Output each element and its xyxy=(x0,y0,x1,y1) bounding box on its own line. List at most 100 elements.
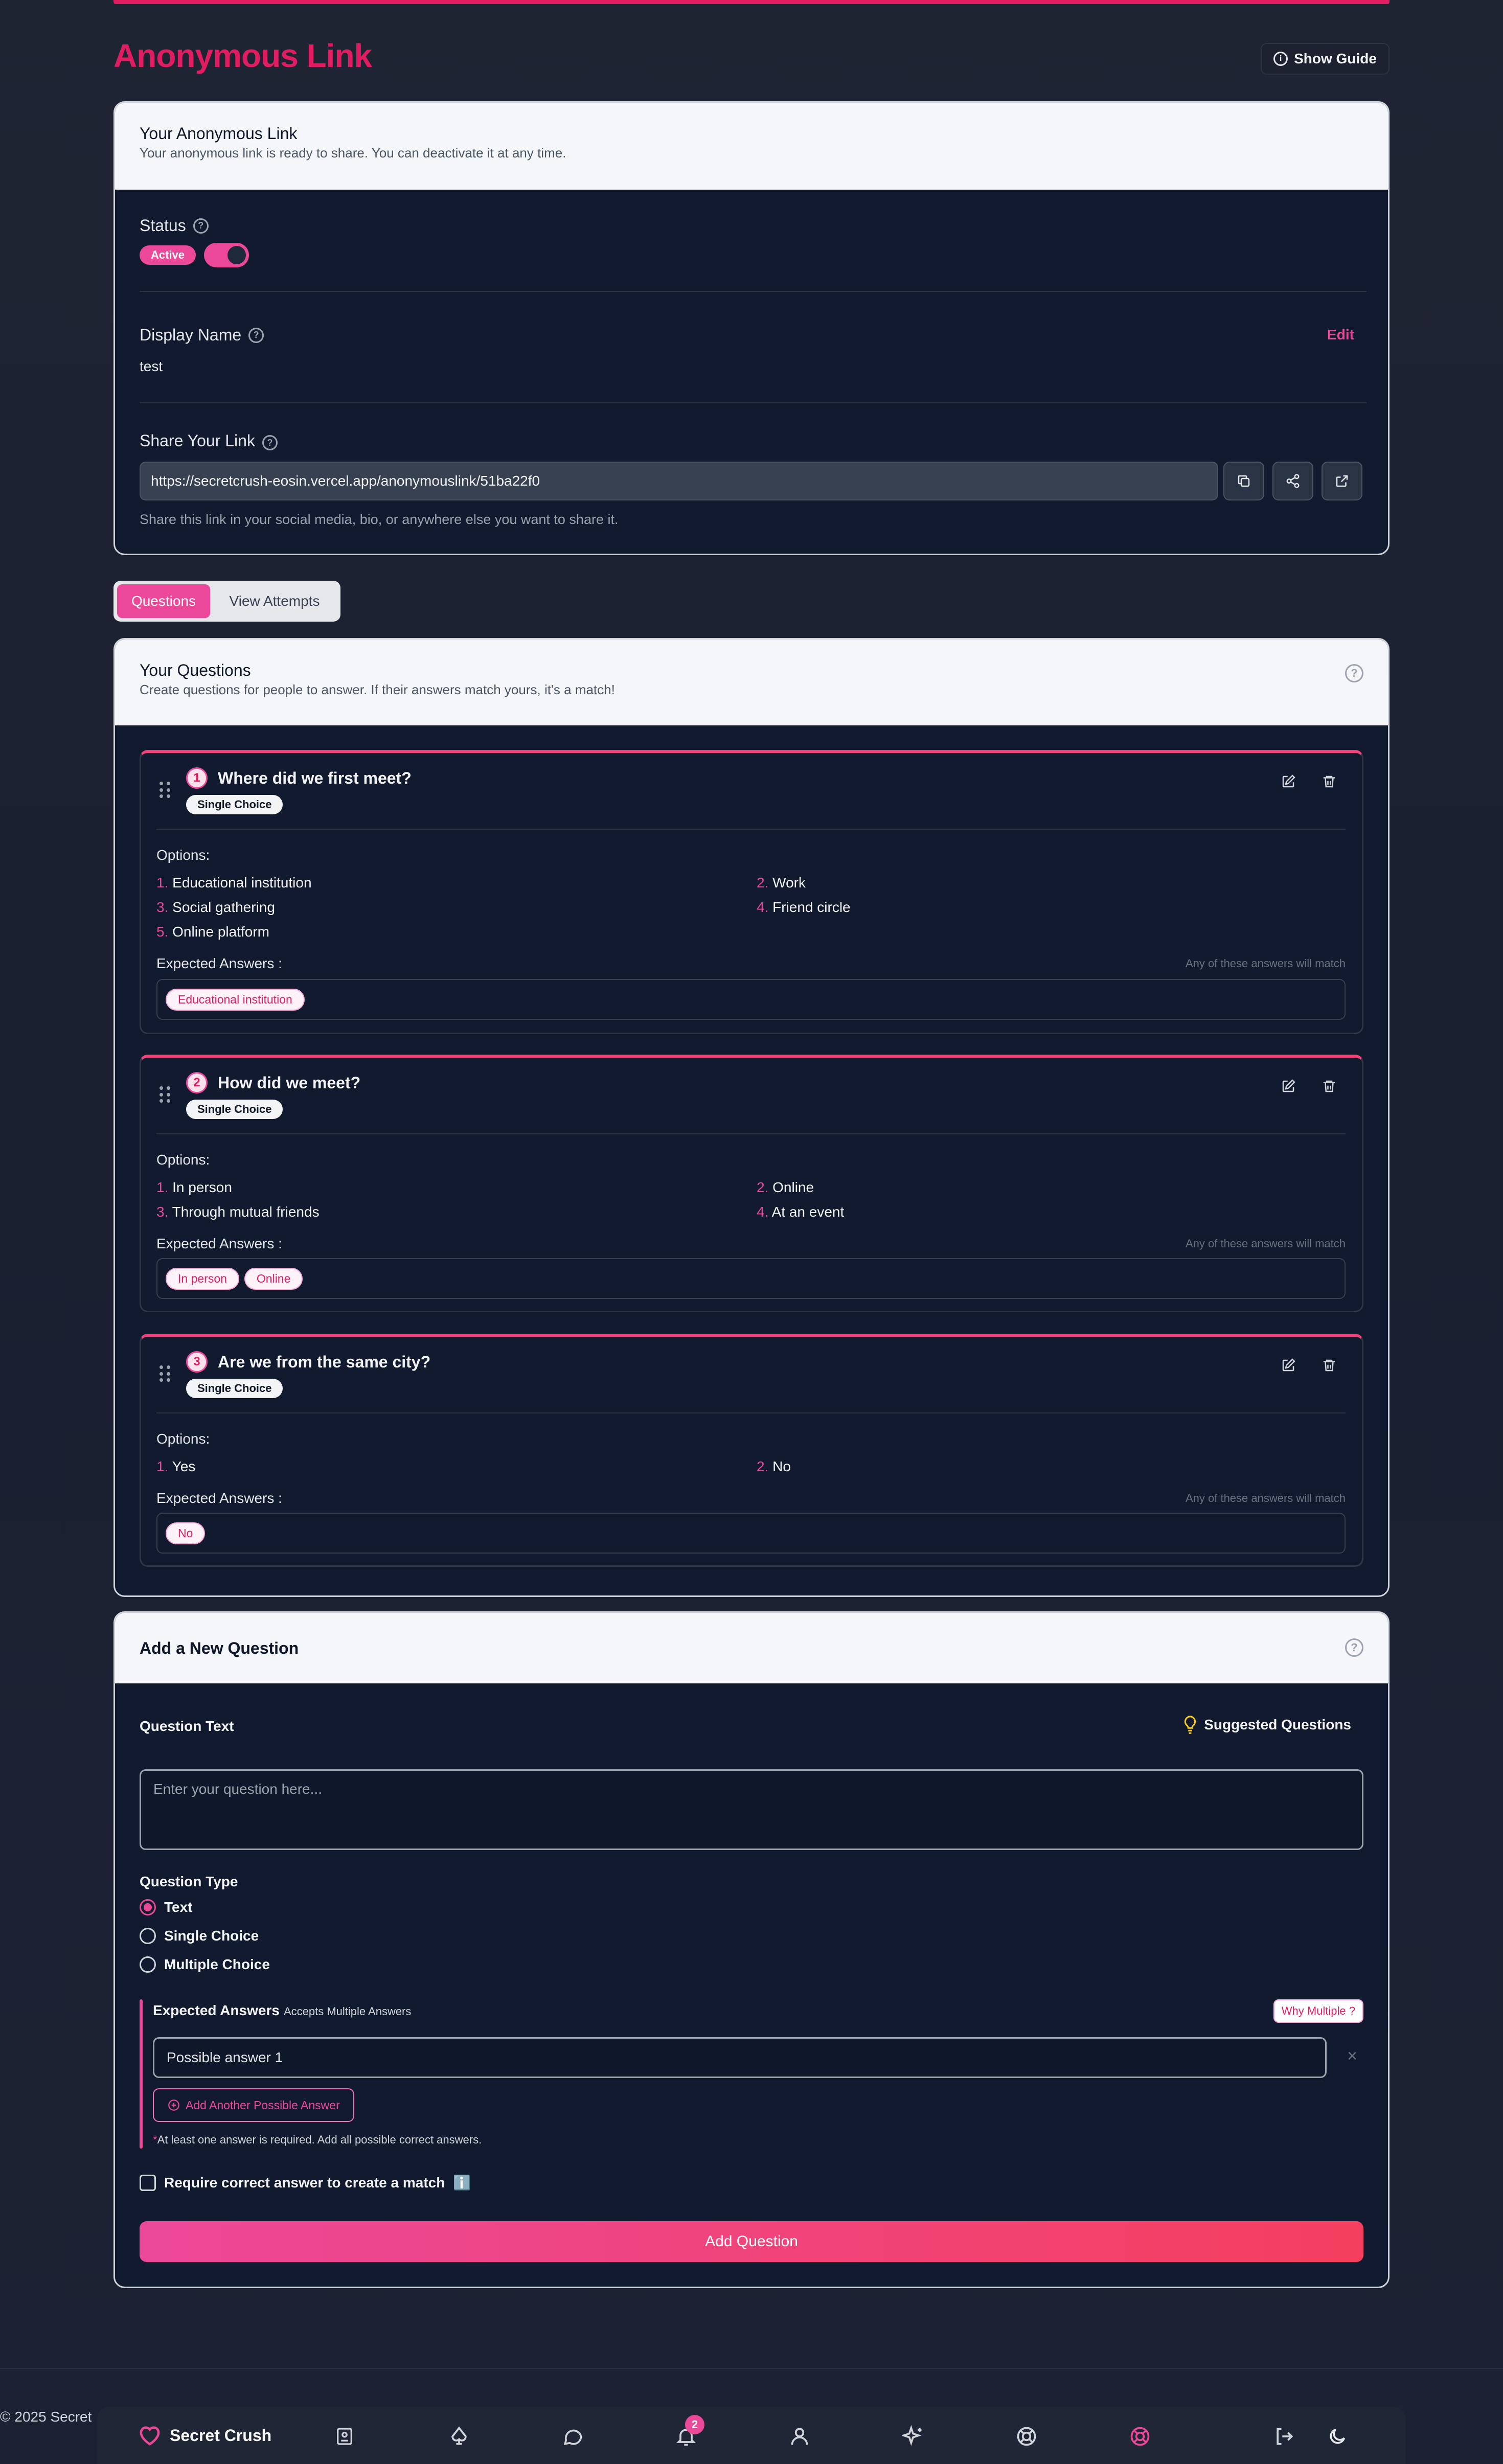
help-icon[interactable]: ? xyxy=(193,218,209,234)
expected-answers-box: Educational institution xyxy=(156,979,1346,1020)
option-item: 4. At an event xyxy=(757,1204,845,1220)
suggested-questions-button[interactable]: Suggested Questions xyxy=(1182,1715,1351,1735)
expected-answer-chip: Educational institution xyxy=(166,988,305,1011)
edit-question-button[interactable] xyxy=(1278,771,1299,792)
copy-icon xyxy=(1238,475,1250,487)
help-icon[interactable]: ? xyxy=(1345,1638,1363,1657)
status-badge: Active xyxy=(140,245,196,265)
help-icon[interactable]: ? xyxy=(262,435,278,450)
moon-icon[interactable] xyxy=(1325,2424,1350,2449)
questions-card: Your Questions Create questions for peop… xyxy=(113,638,1390,1597)
sparkles-icon[interactable] xyxy=(901,2424,925,2449)
checkbox-icon xyxy=(140,2174,156,2191)
copy-link-button[interactable] xyxy=(1223,462,1264,500)
expected-answers-note: Any of these answers will match xyxy=(1185,957,1346,970)
delete-question-button[interactable] xyxy=(1319,1076,1339,1097)
expected-section-accent xyxy=(140,1999,143,2149)
divider xyxy=(156,1133,1346,1134)
help-icon[interactable]: ? xyxy=(1345,664,1363,682)
question-card: 3 Are we from the same city? Single Choi… xyxy=(140,1334,1363,1567)
edit-question-button[interactable] xyxy=(1278,1076,1299,1097)
share-link-button[interactable] xyxy=(1272,462,1313,500)
link-card-title: Your Anonymous Link xyxy=(140,124,298,143)
delete-question-button[interactable] xyxy=(1319,771,1339,792)
options-label: Options: xyxy=(156,1152,210,1168)
option-item: 1. In person xyxy=(156,1179,232,1195)
radio-label: Single Choice xyxy=(164,1928,259,1944)
edit-display-name-button[interactable]: Edit xyxy=(1327,327,1354,343)
add-question-button[interactable]: Add Question xyxy=(140,2221,1363,2262)
help-icon[interactable]: ? xyxy=(248,327,264,343)
expected-answer-chip: In person xyxy=(166,1267,239,1290)
option-item: 2. Online xyxy=(757,1179,814,1195)
help-buoy-icon[interactable] xyxy=(1014,2424,1039,2449)
plus-circle-icon xyxy=(168,2100,179,2111)
status-toggle[interactable] xyxy=(204,243,249,267)
brand-name: Secret Crush xyxy=(170,2426,272,2445)
divider xyxy=(140,291,1367,292)
spade-icon[interactable] xyxy=(447,2424,471,2449)
question-text-input[interactable]: Enter your question here... xyxy=(140,1769,1363,1850)
require-match-checkbox[interactable]: Require correct answer to create a match… xyxy=(140,2174,471,2191)
divider xyxy=(156,829,1346,830)
share-url-field[interactable]: https://secretcrush-eosin.vercel.app/ano… xyxy=(140,462,1218,500)
info-icon: i xyxy=(1273,52,1288,66)
drag-handle-icon[interactable] xyxy=(160,1086,172,1104)
show-guide-button[interactable]: i Show Guide xyxy=(1261,43,1390,75)
options-label: Options: xyxy=(156,847,210,863)
option-item: 5. Online platform xyxy=(156,924,270,940)
possible-answer-input[interactable]: Possible answer 1 xyxy=(153,2037,1327,2078)
add-another-answer-button[interactable]: Add Another Possible Answer xyxy=(153,2088,354,2122)
suggested-questions-label: Suggested Questions xyxy=(1204,1717,1351,1732)
tab-view-attempts[interactable]: View Attempts xyxy=(213,584,336,618)
radio-type-text[interactable]: Text xyxy=(140,1899,193,1915)
edit-icon xyxy=(1282,774,1295,788)
remove-answer-icon[interactable]: × xyxy=(1347,2046,1357,2066)
require-match-label: Require correct answer to create a match xyxy=(164,2174,445,2191)
show-guide-label: Show Guide xyxy=(1294,51,1377,66)
why-multiple-button[interactable]: Why Multiple ? xyxy=(1273,1999,1363,2023)
delete-question-button[interactable] xyxy=(1319,1355,1339,1376)
questions-card-subtitle: Create questions for people to answer. I… xyxy=(140,682,615,697)
heart-icon xyxy=(140,2426,160,2446)
journal-icon[interactable] xyxy=(332,2424,357,2449)
drag-handle-icon[interactable] xyxy=(160,1365,172,1383)
divider xyxy=(140,402,1367,403)
trash-icon xyxy=(1323,1359,1335,1372)
expected-answers-box: In person Online xyxy=(156,1258,1346,1299)
chat-icon[interactable] xyxy=(560,2424,585,2449)
option-item: 4. Friend circle xyxy=(757,899,851,915)
expected-answers-label: Expected Answers : xyxy=(156,955,282,971)
add-question-card: Add a New Question ? Question Text Sugge… xyxy=(113,1611,1390,2288)
trash-icon xyxy=(1323,775,1335,788)
question-number: 3 xyxy=(186,1351,208,1373)
crush-ring-icon[interactable] xyxy=(1128,2424,1152,2449)
share-hint: Share this link in your social media, bi… xyxy=(140,512,619,527)
edit-question-button[interactable] xyxy=(1278,1355,1299,1376)
lightbulb-icon xyxy=(1185,1716,1196,1734)
radio-label: Text xyxy=(164,1899,193,1915)
add-another-answer-label: Add Another Possible Answer xyxy=(186,2098,340,2112)
tab-questions[interactable]: Questions xyxy=(117,584,210,618)
option-item: 2. Work xyxy=(757,875,806,891)
expected-answer-chip: Online xyxy=(244,1267,303,1290)
radio-type-single-choice[interactable]: Single Choice xyxy=(140,1928,259,1944)
questions-card-title: Your Questions xyxy=(140,661,251,679)
open-link-button[interactable] xyxy=(1322,462,1362,500)
info-icon: ℹ️ xyxy=(453,2175,471,2191)
brand-home-link[interactable]: Secret Crush xyxy=(138,2425,271,2446)
option-item: 2. No xyxy=(757,1458,791,1474)
question-text-label: Question Text xyxy=(140,1718,234,1734)
top-accent-bar xyxy=(113,0,1390,4)
option-item: 3. Social gathering xyxy=(156,899,275,915)
radio-type-multiple-choice[interactable]: Multiple Choice xyxy=(140,1956,270,1973)
drag-handle-icon[interactable] xyxy=(160,782,172,799)
notification-badge: 2 xyxy=(685,2415,704,2434)
option-item: 1. Yes xyxy=(156,1458,196,1474)
view-tabs: Questions View Attempts xyxy=(113,581,340,622)
external-link-icon xyxy=(1336,475,1348,487)
user-icon[interactable] xyxy=(787,2424,812,2449)
logout-icon[interactable] xyxy=(1272,2424,1296,2449)
question-number: 2 xyxy=(186,1072,208,1093)
bell-icon[interactable]: 2 xyxy=(674,2415,704,2449)
